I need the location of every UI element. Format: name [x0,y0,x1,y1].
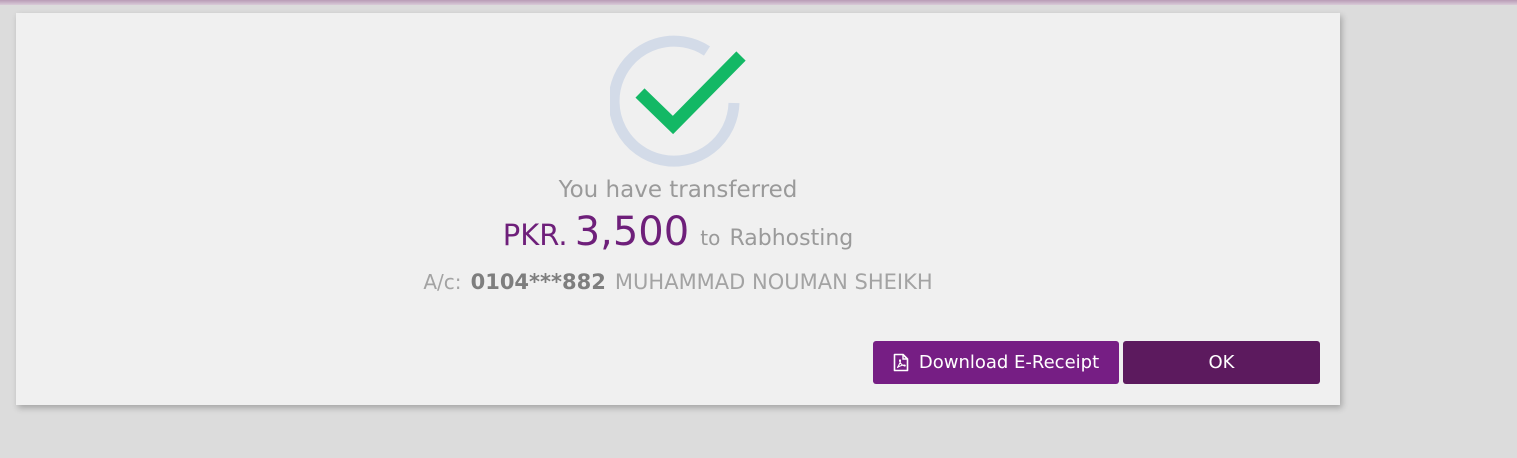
ok-button[interactable]: OK [1123,341,1320,384]
transfer-amount-line: PKR. 3,500 to Rabhosting [16,209,1340,255]
transfer-heading: You have transferred [558,177,798,203]
success-check-icon [610,35,746,167]
transfer-amount: 3,500 [574,209,690,255]
transfer-success-dialog: You have transferred PKR. 3,500 to Rabho… [16,13,1340,405]
download-button-label: Download E-Receipt [918,352,1100,373]
account-details: A/c: 0104***882 MUHAMMAD NOUMAN SHEIKH [16,270,1340,294]
download-e-receipt-button[interactable]: Download E-Receipt [873,341,1119,384]
account-number: 0104***882 [470,270,606,294]
top-accent-bar [0,0,1517,5]
currency-label: PKR. [502,218,568,252]
account-label: A/c: [423,270,462,294]
to-label: to [700,226,721,250]
account-holder-name: MUHAMMAD NOUMAN SHEIKH [614,270,933,294]
payee-name: Rabhosting [729,226,854,251]
pdf-file-icon [893,353,909,372]
